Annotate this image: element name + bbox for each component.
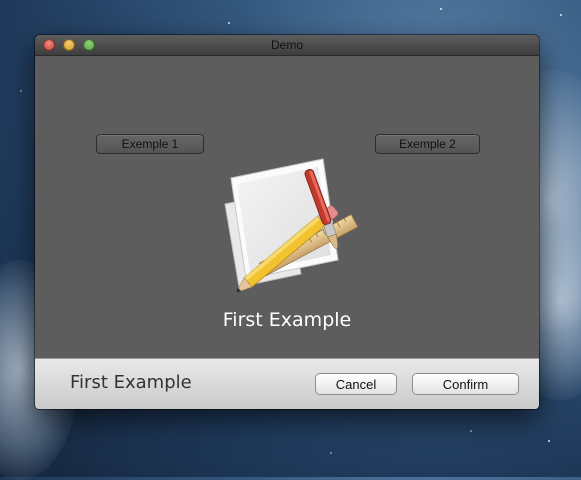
example-2-button[interactable]: Exemple 2 bbox=[375, 134, 480, 154]
example-1-button[interactable]: Exemple 1 bbox=[96, 134, 204, 154]
app-icon bbox=[224, 158, 359, 294]
main-content: Exemple 1 Exemple 2 First Example bbox=[35, 56, 539, 358]
title-bar[interactable]: Demo bbox=[35, 35, 539, 56]
center-label: First Example bbox=[222, 309, 352, 331]
bottom-bar-label: First Example bbox=[70, 372, 192, 393]
cancel-button[interactable]: Cancel bbox=[315, 373, 397, 395]
app-window: Demo Exemple 1 Exemple 2 First Example F… bbox=[35, 35, 539, 409]
window-title: Demo bbox=[270, 38, 303, 52]
bottom-bar: First Example Cancel Confirm bbox=[35, 358, 539, 409]
confirm-button[interactable]: Confirm bbox=[412, 373, 519, 395]
